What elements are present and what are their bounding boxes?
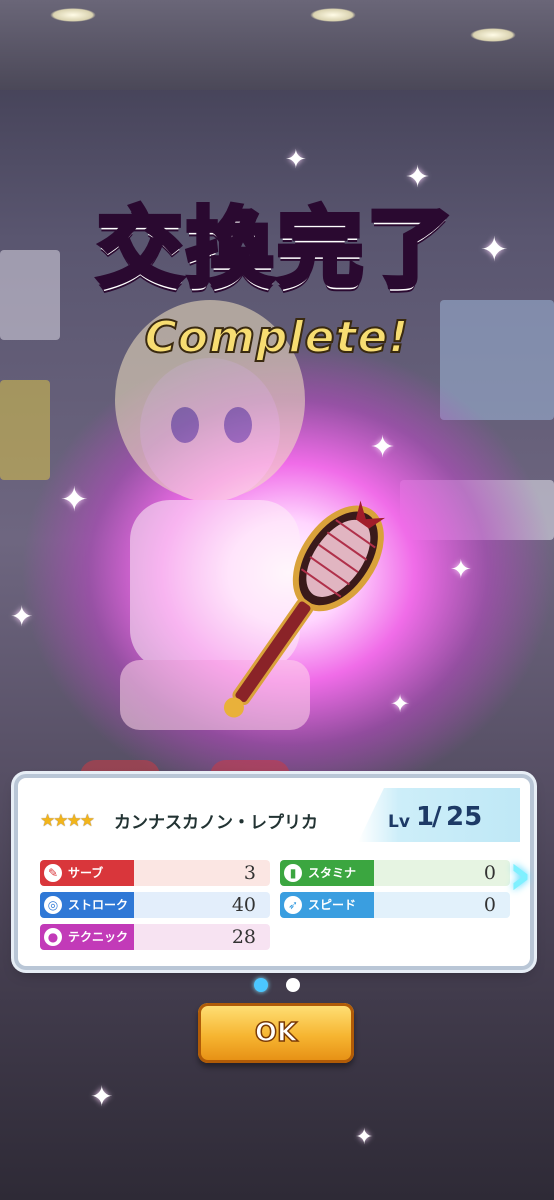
stat-serve: ✎ サーブ 3 [40, 860, 270, 886]
sparkle-icon: ✦ [390, 690, 411, 718]
stat-stroke: ◎ ストローク 40 [40, 892, 270, 918]
sparkle-icon: ✦ [90, 1080, 114, 1113]
stat-bar: 0 [374, 892, 510, 918]
stat-bar: 40 [134, 892, 270, 918]
stat-label: ➶ スピード [280, 892, 374, 918]
stat-speed: ➶ スピード 0 [280, 892, 510, 918]
ok-button[interactable]: OK [198, 1003, 354, 1063]
next-page-chevron-icon[interactable]: › [508, 844, 548, 904]
level-max: 25 [446, 802, 483, 832]
ceiling-light [470, 28, 516, 42]
sparkle-icon: ✦ [355, 1125, 374, 1150]
exchange-complete-title: 交換完了 [95, 197, 457, 302]
page-dot[interactable] [286, 978, 300, 992]
stat-value: 0 [483, 894, 496, 916]
level-label: Lv [388, 812, 410, 832]
stat-label: ◎ ストローク [40, 892, 134, 918]
ceiling-light [50, 8, 96, 22]
complete-subtitle: Complete! [144, 311, 410, 364]
stat-label: ▮ スタミナ [280, 860, 374, 886]
stat-value: 40 [231, 894, 256, 916]
stat-stamina: ▮ スタミナ 0 [280, 860, 510, 886]
stat-bar: 0 [374, 860, 510, 886]
stat-value: 3 [243, 862, 256, 884]
page-indicator [250, 978, 310, 994]
stat-bar: 28 [134, 924, 270, 950]
sparkle-icon: ✦ [10, 600, 34, 633]
sparkle-icon: ✦ [60, 480, 89, 520]
technique-icon: ● [44, 928, 62, 946]
speed-icon: ➶ [284, 896, 302, 914]
item-name: カンナスカノン・レプリカ [114, 813, 318, 833]
stat-label: ● テクニック [40, 924, 134, 950]
stat-value: 0 [483, 862, 496, 884]
ceiling-light [310, 8, 356, 22]
stat-bar: 3 [134, 860, 270, 886]
serve-icon: ✎ [44, 864, 62, 882]
stamina-icon: ▮ [284, 864, 302, 882]
stat-value: 28 [231, 926, 256, 948]
page-dot-active[interactable] [254, 978, 268, 992]
sparkle-icon: ✦ [370, 430, 396, 465]
sparkle-icon: ✦ [285, 145, 307, 175]
rarity-stars-icon: ★★★★ [40, 811, 95, 831]
level-separator: / [432, 802, 442, 832]
sparkle-icon: ✦ [450, 555, 472, 585]
stroke-icon: ◎ [44, 896, 62, 914]
racket-item-image [223, 500, 386, 718]
item-info-card: ★★★★ カンナスカノン・レプリカ Lv 1 / 25 ✎ サーブ 3 ◎ スト… [18, 778, 530, 966]
stat-technique: ● テクニック 28 [40, 924, 270, 950]
item-header: ★★★★ カンナスカノン・レプリカ Lv 1 / 25 [18, 778, 530, 842]
stat-label: ✎ サーブ [40, 860, 134, 886]
